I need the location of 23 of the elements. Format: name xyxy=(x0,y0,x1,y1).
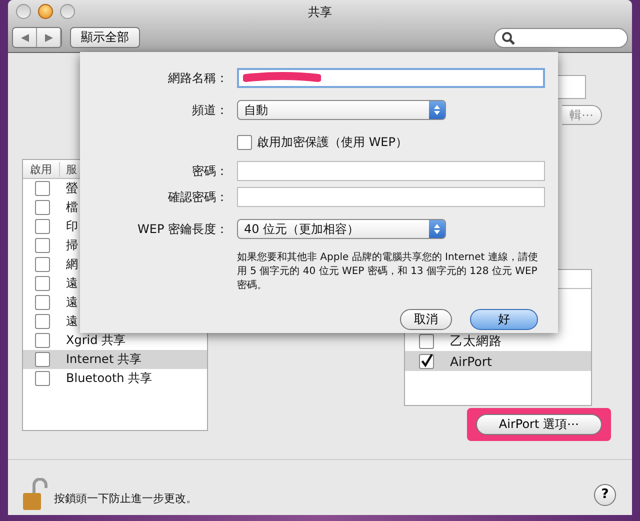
service-name: Bluetooth 共享 xyxy=(66,370,152,387)
service-name: 遠 xyxy=(66,313,78,330)
lock-hint: 按鎖頭一下防止進一步更改。 xyxy=(54,491,197,506)
field-label: 密碼： xyxy=(191,162,228,180)
service-name: 掃 xyxy=(66,237,78,254)
column-header: 啟用 xyxy=(23,162,60,176)
field-label: 網路名稱： xyxy=(167,70,228,86)
service-name: 螢 xyxy=(66,180,78,197)
field-label: 確認密碼： xyxy=(167,188,228,206)
service-name: 遠 xyxy=(66,275,78,292)
service-name: 檔 xyxy=(66,199,78,216)
window-title: 共享 xyxy=(308,4,332,21)
wep-note: 如果您要和其他非 Apple 品牌的電腦共享您的 Internet 連線，請使用 5 個字元的 40 位元 WEP 密碼，和 13 個字元的 128 位元 WEP 密碼。 xyxy=(237,251,539,293)
service-name: 遠 xyxy=(66,294,78,311)
service-name: 網 xyxy=(66,256,78,273)
port-name: 乙太網路 xyxy=(450,332,502,350)
port-name: AirPort xyxy=(450,354,492,368)
field-label: WEP 密鑰長度： xyxy=(136,220,228,238)
service-name: Internet 共享 xyxy=(66,351,142,368)
column-header: 服 xyxy=(65,162,77,176)
field-label: 頻道： xyxy=(191,102,228,118)
service-name: 印 xyxy=(66,218,78,235)
service-name: Xgrid 共享 xyxy=(66,332,126,349)
